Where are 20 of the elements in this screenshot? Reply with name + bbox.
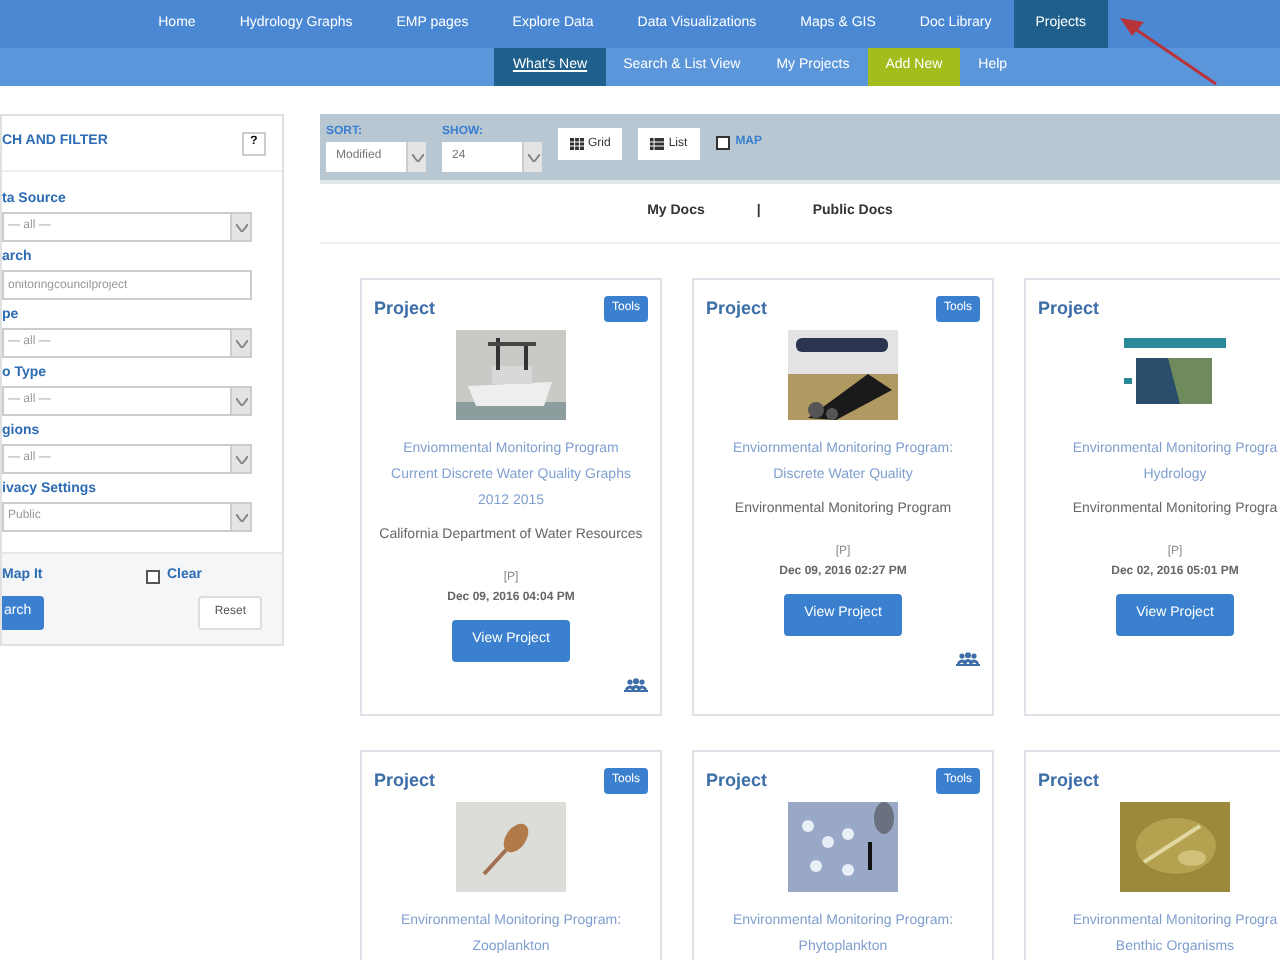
group-icon [956, 651, 980, 665]
dropdown-caret-icon [522, 142, 542, 172]
grid-icon [570, 138, 584, 150]
dropdown-caret-icon [230, 446, 250, 472]
dropdown-caret-icon [230, 388, 250, 414]
card-type-label: Project [1038, 768, 1100, 794]
clear-checkbox[interactable] [146, 569, 161, 584]
dropdown-caret-icon [230, 330, 250, 356]
list-icon [650, 138, 665, 150]
card-type-label: Project [706, 296, 768, 322]
dropdown-caret-icon [230, 214, 250, 240]
card-type-label: Project [1038, 296, 1100, 322]
dropdown-caret-icon [406, 142, 426, 172]
card-type-label: Project [706, 768, 768, 794]
card-type-label: Project [374, 768, 436, 794]
group-icon [624, 677, 648, 691]
card-type-label: Project [374, 296, 436, 322]
dropdown-caret-icon [230, 504, 250, 530]
annotation-arrow [1116, 12, 1220, 88]
map-checkbox[interactable] [715, 136, 730, 150]
